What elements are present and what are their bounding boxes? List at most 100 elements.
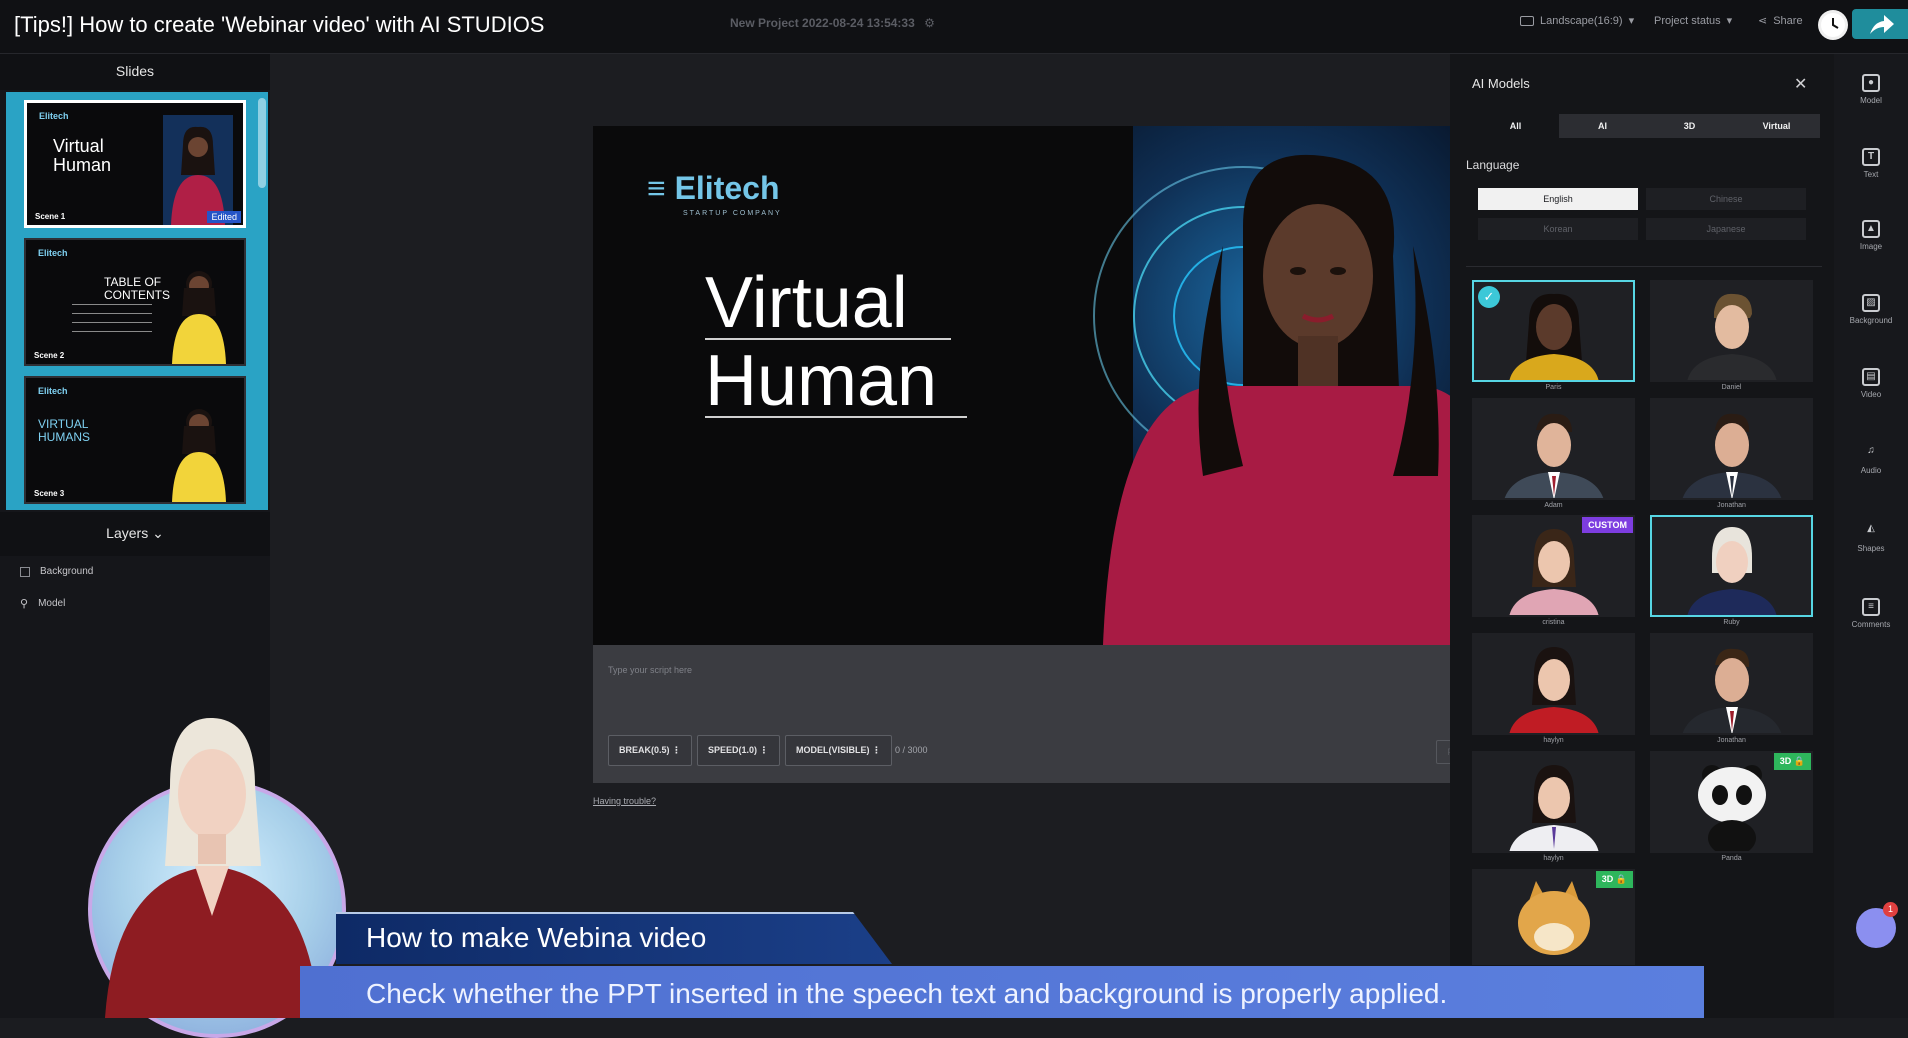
model-name: Paris bbox=[1545, 384, 1562, 391]
background-icon: ▨ bbox=[1862, 294, 1880, 312]
3d-badge: 3D 🔒 bbox=[1595, 871, 1633, 888]
model-card-adam[interactable] bbox=[1472, 398, 1635, 500]
brand-name: Elitech bbox=[674, 170, 780, 206]
share-button[interactable]: ⋖ Share bbox=[1758, 14, 1803, 28]
script-editor[interactable]: Type your script here BREAK(0.5) ⋮ SPEED… bbox=[593, 645, 1514, 783]
project-status-dropdown[interactable]: Project status ▾ bbox=[1654, 14, 1733, 28]
language-english[interactable]: English bbox=[1478, 188, 1638, 210]
tool-label: Model bbox=[1860, 96, 1882, 105]
script-input[interactable]: Type your script here bbox=[608, 665, 692, 675]
chip-label: BREAK(0.5) bbox=[619, 745, 670, 755]
model-card-haylyn[interactable] bbox=[1472, 633, 1635, 735]
filter-tab-all[interactable]: All bbox=[1472, 114, 1559, 138]
layer-label: Model bbox=[38, 598, 66, 609]
slide-thumbnail-2[interactable]: Elitech TABLE OF CONTENTS Scene 2 bbox=[24, 238, 246, 366]
tool-model[interactable]: ● Model bbox=[1834, 74, 1908, 105]
layer-item-background[interactable]: Background bbox=[20, 566, 93, 577]
slide-title: Virtual Human bbox=[53, 137, 111, 175]
model-card-panda[interactable]: 3D 🔒 bbox=[1650, 751, 1813, 853]
text-icon: T bbox=[1862, 148, 1880, 166]
music-note-icon: ♫ bbox=[1867, 445, 1875, 456]
slide-main-title[interactable]: Virtual Human bbox=[705, 262, 967, 421]
model-card-jonathan-2[interactable] bbox=[1650, 633, 1813, 735]
lock-icon: 🔒 bbox=[1793, 756, 1805, 766]
slide-scene-label: Scene 2 bbox=[34, 351, 65, 360]
project-title[interactable]: New Project 2022-08-24 13:54:33 ⚙ bbox=[730, 16, 935, 30]
tool-image[interactable]: ▲ Image bbox=[1834, 220, 1908, 251]
slides-header: Slides bbox=[0, 54, 270, 90]
title-line1: Virtual bbox=[705, 263, 908, 343]
tool-video[interactable]: ▤ Video bbox=[1834, 368, 1908, 399]
tool-comments[interactable]: ≡ Comments bbox=[1834, 598, 1908, 629]
slide-stage[interactable]: ≡ Elitech STARTUP COMPANY Virtual Human bbox=[593, 126, 1514, 645]
slide-title-line2: HUMANS bbox=[38, 430, 91, 444]
model-card-paris[interactable]: ✓ bbox=[1472, 280, 1635, 382]
clock-icon bbox=[1821, 13, 1845, 37]
monitor-icon bbox=[1520, 15, 1534, 26]
model-card-ruby[interactable] bbox=[1650, 515, 1813, 617]
having-trouble-link[interactable]: Having trouble? bbox=[593, 796, 656, 806]
model-card-haylyn-2[interactable] bbox=[1472, 751, 1635, 853]
model-portrait bbox=[1509, 647, 1599, 733]
background-layer-icon bbox=[20, 566, 30, 577]
slide-presenter-image bbox=[163, 115, 233, 225]
aspect-ratio-label: Landscape(16:9) bbox=[1540, 14, 1623, 27]
youtube-share-button[interactable] bbox=[1866, 10, 1896, 40]
filter-tab-ai[interactable]: AI bbox=[1559, 114, 1646, 138]
more-vertical-icon: ⋮ bbox=[759, 745, 769, 755]
break-chip[interactable]: BREAK(0.5) ⋮ bbox=[608, 735, 693, 766]
model-visible-chip[interactable]: MODEL(VISIBLE) ⋮ bbox=[785, 735, 893, 766]
share-arrow-icon bbox=[1870, 15, 1894, 34]
language-korean[interactable]: Korean bbox=[1478, 218, 1638, 240]
video-title: [Tips!] How to create 'Webinar video' wi… bbox=[14, 12, 545, 37]
language-japanese[interactable]: Japanese bbox=[1646, 218, 1806, 240]
caption-subtitle: Check whether the PPT inserted in the sp… bbox=[366, 978, 1448, 1009]
language-label: Language bbox=[1466, 158, 1520, 172]
model-card-daniel[interactable] bbox=[1650, 280, 1813, 382]
language-chinese[interactable]: Chinese bbox=[1646, 188, 1806, 210]
tool-background[interactable]: ▨ Background bbox=[1834, 294, 1908, 325]
brand-subtitle: STARTUP COMPANY bbox=[683, 210, 782, 217]
tool-label: Shapes bbox=[1857, 544, 1885, 553]
model-name: haylyn bbox=[1543, 855, 1564, 862]
logo-icon: ≡ bbox=[647, 170, 666, 206]
model-portrait bbox=[1504, 413, 1604, 498]
tool-shapes[interactable]: ◭ Shapes bbox=[1834, 522, 1908, 553]
gear-icon[interactable]: ⚙ bbox=[924, 16, 935, 30]
aspect-ratio-dropdown[interactable]: Landscape(16:9) ▾ bbox=[1520, 14, 1634, 27]
model-portrait bbox=[1687, 527, 1777, 615]
more-vertical-icon: ⋮ bbox=[872, 745, 882, 755]
model-portrait bbox=[1687, 293, 1777, 380]
model-card-shiba[interactable]: 3D 🔒 bbox=[1472, 869, 1635, 965]
model-card-jonathan[interactable] bbox=[1650, 398, 1813, 500]
title-line2: Human bbox=[705, 341, 938, 421]
chevron-down-icon: ▾ bbox=[1726, 15, 1733, 27]
right-toolbar: ● Model T Text ▲ Image ▨ Background ▤ Video ♫… bbox=[1834, 54, 1908, 1018]
speed-chip[interactable]: SPEED(1.0) ⋮ bbox=[697, 735, 780, 766]
layers-header[interactable]: Layers ⌄ bbox=[0, 512, 270, 556]
slides-list[interactable]: Elitech Virtual Human Scene 1 Edited Eli… bbox=[6, 92, 268, 510]
model-card-cristina[interactable]: CUSTOM bbox=[1472, 515, 1635, 617]
model-name: Daniel bbox=[1721, 384, 1742, 391]
slide-presenter-image bbox=[172, 271, 226, 364]
slide-title-line2: CONTENTS bbox=[104, 288, 170, 302]
slide-thumbnail-3[interactable]: Elitech VIRTUAL HUMANS Scene 3 bbox=[24, 376, 246, 504]
project-status-label: Project status bbox=[1654, 14, 1721, 27]
slide-presenter-image bbox=[172, 409, 226, 502]
watch-later-button[interactable] bbox=[1818, 10, 1848, 40]
model-name: Jonathan bbox=[1717, 737, 1746, 744]
slide-title-line2: Human bbox=[53, 155, 112, 175]
tool-audio[interactable]: ♫ Audio bbox=[1834, 444, 1908, 475]
slide-scene-label: Scene 3 bbox=[34, 489, 65, 498]
tool-text[interactable]: T Text bbox=[1834, 148, 1908, 179]
close-icon[interactable]: ✕ bbox=[1794, 74, 1807, 94]
slide-thumbnail-1[interactable]: Elitech Virtual Human Scene 1 Edited bbox=[24, 100, 246, 228]
filter-tab-virtual[interactable]: Virtual bbox=[1733, 114, 1820, 138]
ai-models-panel: AI Models ✕ All AI 3D Virtual Language E… bbox=[1450, 54, 1834, 1018]
model-name: Ruby bbox=[1723, 619, 1740, 626]
filter-tab-3d[interactable]: 3D bbox=[1646, 114, 1733, 138]
layer-item-model[interactable]: ⚲ Model bbox=[20, 597, 65, 610]
slides-scrollbar[interactable] bbox=[258, 98, 266, 188]
chip-label: MODEL(VISIBLE) bbox=[796, 745, 870, 755]
tool-label: Comments bbox=[1851, 620, 1891, 629]
